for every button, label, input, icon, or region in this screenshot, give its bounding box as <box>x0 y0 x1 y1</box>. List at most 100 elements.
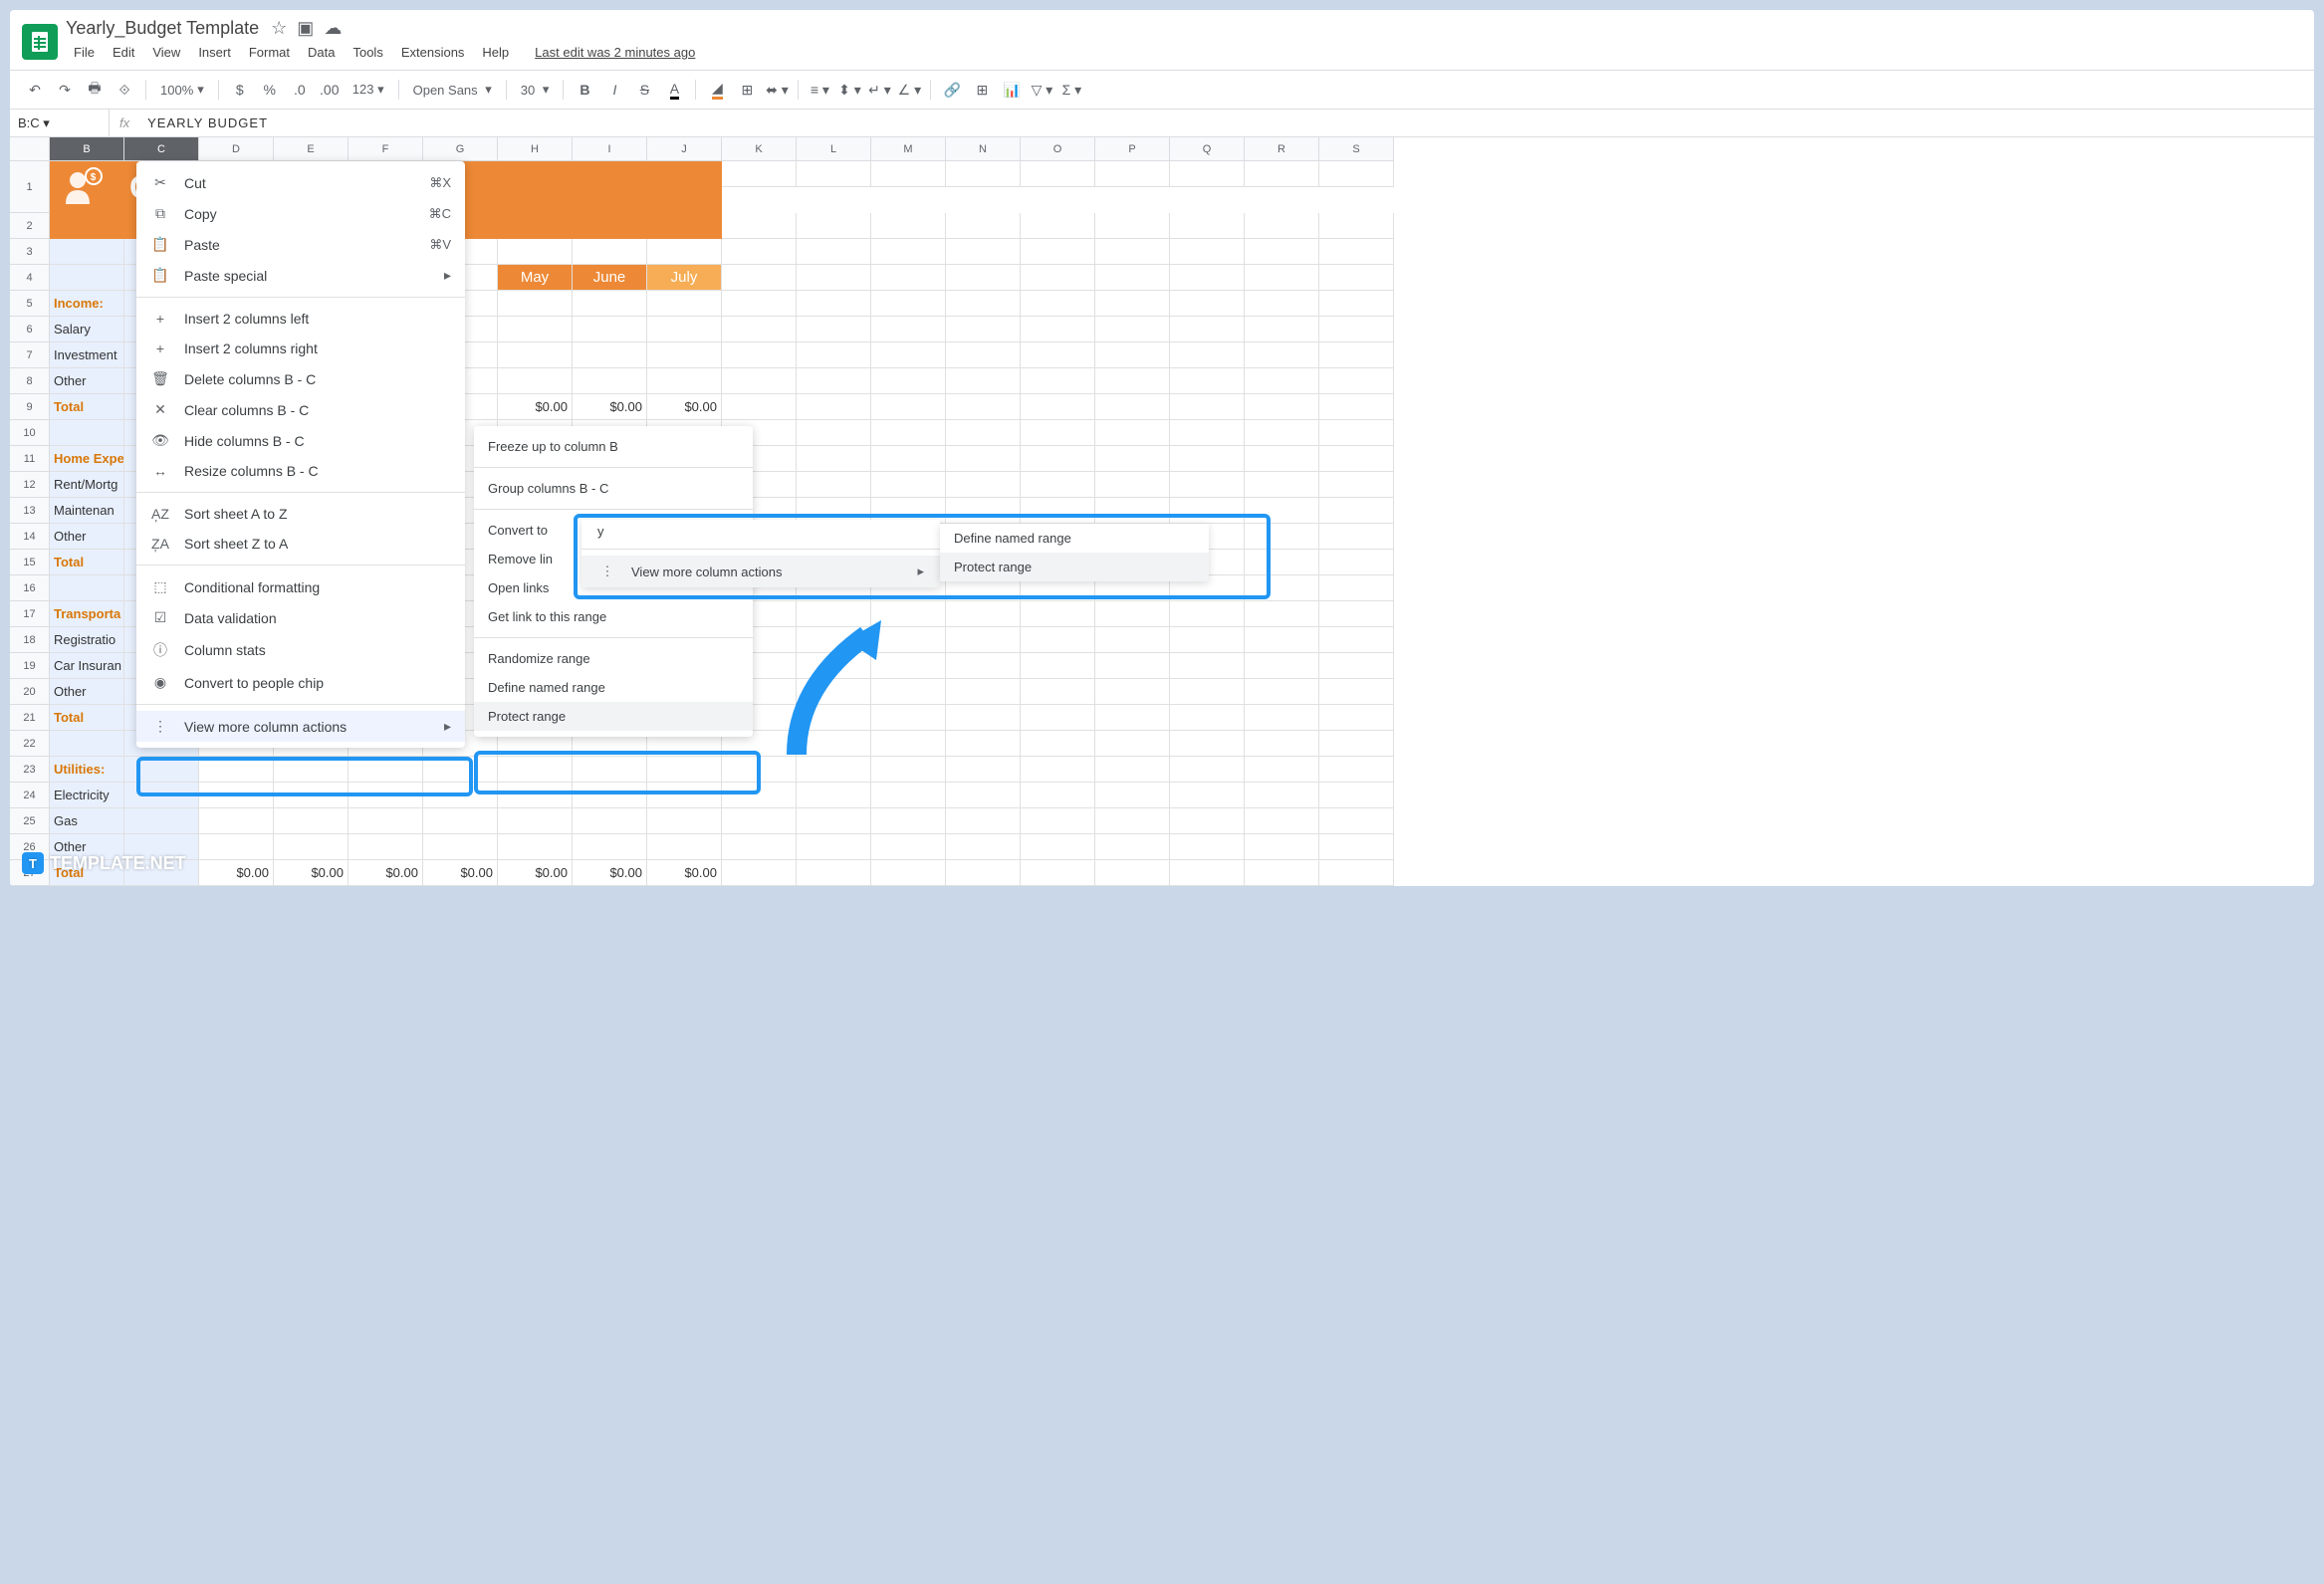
column-header-B[interactable]: B <box>50 137 124 161</box>
cell[interactable] <box>274 808 349 834</box>
cell[interactable] <box>1021 627 1095 653</box>
cell[interactable] <box>1021 834 1095 860</box>
column-header-N[interactable]: N <box>946 137 1021 161</box>
cell[interactable] <box>498 757 573 783</box>
menu-sort-za[interactable]: Z͎ASort sheet Z to A <box>136 529 465 559</box>
cell[interactable] <box>124 808 199 834</box>
column-header-S[interactable]: S <box>1319 137 1394 161</box>
menu-col-stats[interactable]: ⓘColumn stats <box>136 633 465 667</box>
menu-resize[interactable]: ↔Resize columns B - C <box>136 456 465 486</box>
cell[interactable] <box>946 653 1021 679</box>
cloud-icon[interactable]: ☁ <box>324 18 342 39</box>
row-header-15[interactable]: 15 <box>10 550 50 575</box>
cell[interactable] <box>274 834 349 860</box>
cell[interactable] <box>1170 394 1245 420</box>
cell[interactable] <box>722 291 797 317</box>
cell[interactable]: $0.00 <box>498 860 573 886</box>
cell[interactable] <box>274 757 349 783</box>
cell[interactable] <box>1021 705 1095 731</box>
cell[interactable]: $0.00 <box>573 860 647 886</box>
cell[interactable] <box>1095 472 1170 498</box>
cell[interactable] <box>647 239 722 265</box>
zoom-dropdown[interactable]: 100% ▾ <box>154 82 210 98</box>
halign-icon[interactable]: ≡ ▾ <box>807 77 832 103</box>
cell[interactable]: $0.00 <box>423 860 498 886</box>
cell[interactable]: $0.00 <box>274 860 349 886</box>
cell[interactable] <box>797 342 871 368</box>
cell[interactable] <box>1170 860 1245 886</box>
cell[interactable]: Home Expe <box>50 446 124 472</box>
menu-insert[interactable]: Insert <box>190 41 239 64</box>
row-header-25[interactable]: 25 <box>10 808 50 834</box>
cell[interactable] <box>1245 317 1319 342</box>
cell[interactable] <box>1021 420 1095 446</box>
cell[interactable] <box>1245 291 1319 317</box>
cell[interactable] <box>1170 368 1245 394</box>
cell[interactable] <box>1170 317 1245 342</box>
cell[interactable] <box>871 783 946 808</box>
cell[interactable] <box>797 394 871 420</box>
cell[interactable]: Investment <box>50 342 124 368</box>
cell[interactable] <box>423 808 498 834</box>
column-header-E[interactable]: E <box>274 137 349 161</box>
cell[interactable] <box>1170 653 1245 679</box>
cell[interactable] <box>797 860 871 886</box>
menu-format[interactable]: Format <box>241 41 298 64</box>
cell[interactable] <box>871 420 946 446</box>
cell[interactable] <box>722 265 797 291</box>
cell[interactable] <box>1319 679 1394 705</box>
cell[interactable] <box>423 834 498 860</box>
cell[interactable] <box>797 783 871 808</box>
cell[interactable]: May <box>498 265 573 291</box>
cell[interactable] <box>871 342 946 368</box>
cell[interactable] <box>573 291 647 317</box>
row-header-6[interactable]: 6 <box>10 317 50 342</box>
row-header-19[interactable]: 19 <box>10 653 50 679</box>
menu-view[interactable]: View <box>144 41 188 64</box>
cell[interactable] <box>1095 705 1170 731</box>
row-header-4[interactable]: 4 <box>10 265 50 291</box>
borders-icon[interactable]: ⊞ <box>734 77 760 103</box>
cell[interactable] <box>1095 446 1170 472</box>
cell[interactable] <box>1170 627 1245 653</box>
cell[interactable] <box>1170 446 1245 472</box>
cell[interactable] <box>1021 601 1095 627</box>
cell[interactable] <box>1021 472 1095 498</box>
cell[interactable] <box>498 291 573 317</box>
menu-insert-left[interactable]: +Insert 2 columns left <box>136 304 465 334</box>
cell[interactable] <box>797 317 871 342</box>
cell[interactable] <box>1095 291 1170 317</box>
cell[interactable] <box>722 368 797 394</box>
move-icon[interactable]: ▣ <box>297 18 314 39</box>
cell[interactable] <box>199 757 274 783</box>
cell[interactable] <box>1319 627 1394 653</box>
cell[interactable] <box>1319 265 1394 291</box>
cell[interactable] <box>647 291 722 317</box>
cell[interactable]: Car Insuran <box>50 653 124 679</box>
cell[interactable] <box>797 446 871 472</box>
cell[interactable] <box>1170 239 1245 265</box>
rotate-icon[interactable]: ∠ ▾ <box>896 77 922 103</box>
cell[interactable] <box>946 601 1021 627</box>
cell[interactable] <box>1095 731 1170 757</box>
cell[interactable] <box>946 265 1021 291</box>
cell[interactable] <box>1245 420 1319 446</box>
cell[interactable] <box>1319 498 1394 524</box>
cell[interactable] <box>1319 317 1394 342</box>
cell[interactable]: June <box>573 265 647 291</box>
cell[interactable] <box>349 783 423 808</box>
cell[interactable] <box>1245 550 1319 575</box>
cell[interactable] <box>1021 239 1095 265</box>
cell[interactable] <box>1319 394 1394 420</box>
currency-icon[interactable]: $ <box>227 77 253 103</box>
cell[interactable]: Transporta <box>50 601 124 627</box>
cell[interactable] <box>946 394 1021 420</box>
row-header-2[interactable]: 2 <box>10 213 50 239</box>
cell[interactable] <box>1170 498 1245 524</box>
name-box[interactable]: B:C ▾ <box>10 110 110 136</box>
cell[interactable]: Total <box>50 550 124 575</box>
cell[interactable] <box>1021 808 1095 834</box>
cell[interactable] <box>797 808 871 834</box>
cell[interactable] <box>946 498 1021 524</box>
cell[interactable] <box>1319 575 1394 601</box>
